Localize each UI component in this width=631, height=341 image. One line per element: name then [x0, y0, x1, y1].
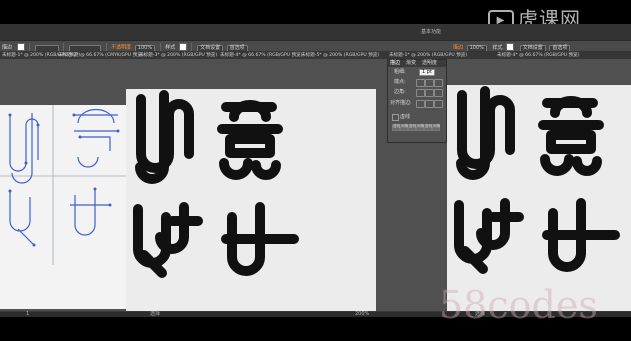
style-swatch[interactable]	[506, 43, 515, 51]
panel-tab-gradient[interactable]: 渐变	[406, 61, 416, 66]
document-tab[interactable]: 未标题-4* @ 66.67% (RGB/GPU 预览)	[497, 52, 580, 58]
gap-field[interactable]: 间隙	[400, 124, 408, 131]
dash-field[interactable]: 虚线	[392, 124, 400, 131]
status-page[interactable]: 1	[26, 312, 29, 317]
panel-tab-stroke[interactable]: 描边	[390, 61, 400, 66]
glyph-ji	[542, 198, 620, 272]
right-top-strip: 基本功能	[387, 24, 631, 41]
stroke-weight-label: 粗细:	[394, 69, 406, 75]
round-join-icon[interactable]	[425, 89, 434, 97]
bevel-join-icon[interactable]	[434, 89, 443, 97]
style-swatch[interactable]	[178, 43, 187, 51]
glyph-artwork-right	[454, 86, 620, 274]
toolbar-separator	[191, 43, 193, 51]
stroke-weight-input[interactable]: 1 pt	[419, 69, 435, 76]
path-outline	[11, 113, 33, 184]
anchor-point[interactable]	[36, 123, 40, 127]
stroke-label: 描边	[2, 44, 13, 51]
dash-field[interactable]: 虚线	[408, 124, 416, 131]
glyph-yi-top	[217, 100, 283, 134]
toolbar-separator	[29, 43, 31, 51]
path-outline	[70, 189, 110, 236]
document-tab[interactable]: 未标题-4* @ 66.67% (RGB/GPU 预览)	[220, 52, 303, 58]
miter-join-icon[interactable]	[416, 89, 425, 97]
path-outline	[9, 115, 39, 172]
watermark-bottom: 58codes	[439, 283, 598, 327]
panel-tab-transparency[interactable]: 透明度	[422, 61, 437, 66]
dash-gap-row: 虚线 间隙 虚线 间隙 虚线 间隙	[392, 124, 442, 138]
left-top-strip	[0, 24, 387, 41]
dash-field[interactable]: 虚线	[424, 124, 432, 131]
toolbar-separator	[105, 43, 107, 51]
align-stroke-label: 对齐描边:	[390, 100, 412, 106]
right-window: 基本功能 描边 100% 样式 文档设置 首选项 未标题-1* @ 200% (…	[387, 0, 631, 341]
anchor-point[interactable]	[8, 189, 12, 193]
anchor-point[interactable]	[32, 243, 36, 247]
anchor-point[interactable]	[78, 135, 82, 139]
left-status-bar: 1 选择 200%	[0, 311, 387, 317]
stroke-panel: 描边 渐变 透明度 粗细: 1 pt 端点: 边角: 对齐描边: 虚线 虚线 间…	[387, 59, 447, 143]
document-tab[interactable]: 未标题-3* @ 200% (RGB/GPU 预览)	[139, 52, 217, 58]
toolbar-separator	[159, 43, 161, 51]
glyph-yi-box	[546, 130, 596, 154]
document-tab[interactable]: 未标题-1* @ 200% (RGB/GPU 预览)	[389, 52, 467, 58]
anchor-point[interactable]	[108, 203, 112, 207]
left-window: 描边 不透明度 100% 样式 文档设置 首选项 未标题-1* @ 200% (…	[0, 0, 387, 341]
cap-label: 端点:	[394, 79, 406, 85]
glyph-yi-heart	[540, 154, 602, 176]
dashed-checkbox[interactable]	[392, 114, 399, 121]
dashed-label: 虚线	[400, 114, 411, 120]
round-cap-icon[interactable]	[425, 79, 434, 87]
style-label: 样式	[492, 44, 503, 51]
anchor-point[interactable]	[8, 113, 12, 117]
toolbar-separator	[63, 43, 65, 51]
document-tab[interactable]: 未标题-5* @ 200% (RGB/GPU 预览)	[301, 52, 379, 58]
anchor-point[interactable]	[24, 161, 28, 165]
stroke-panel-tabs: 描边 渐变 透明度	[388, 60, 446, 67]
align-inside-icon[interactable]	[425, 100, 434, 108]
status-zoom[interactable]: 200%	[355, 312, 369, 317]
gap-field[interactable]: 间隙	[432, 124, 440, 131]
path-outlines	[0, 105, 126, 265]
stroke-label: 描边	[453, 44, 464, 51]
screen: ▶ 虎课网 描边 不透明度 100% 样式 文档设置 首选项 未标题-1* @ …	[0, 0, 631, 341]
glyph-ji	[221, 202, 299, 276]
butt-cap-icon[interactable]	[416, 79, 425, 87]
glyph-artwork-left	[133, 90, 299, 278]
anchor-point[interactable]	[116, 129, 120, 133]
document-tab[interactable]: 未标题-2* @ 66.67% (CMYK/GPU 预览)	[58, 52, 144, 58]
gap-field[interactable]: 间隙	[416, 124, 424, 131]
glyph-yi-top	[538, 96, 604, 130]
stroke-swatch[interactable]	[16, 43, 25, 51]
glyph-yi-box	[225, 134, 275, 158]
opacity-label: 不透明度	[111, 44, 132, 51]
corner-label: 边角:	[394, 89, 406, 95]
projecting-cap-icon[interactable]	[434, 79, 443, 87]
glyph-yi-heart	[219, 158, 281, 180]
anchor-point[interactable]	[72, 113, 76, 117]
align-center-icon[interactable]	[416, 100, 425, 108]
style-label: 样式	[165, 44, 176, 51]
anchor-point[interactable]	[93, 187, 97, 191]
status-mode: 选择	[150, 311, 161, 317]
workspace-label[interactable]: 基本功能	[421, 30, 441, 35]
align-outside-icon[interactable]	[434, 100, 443, 108]
path-outline	[9, 191, 35, 246]
left-canvas[interactable]	[0, 59, 387, 311]
